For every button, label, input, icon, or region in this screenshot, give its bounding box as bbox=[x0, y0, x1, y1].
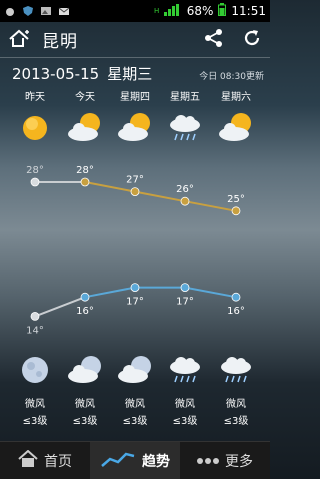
refresh-icon[interactable] bbox=[242, 28, 262, 52]
day-label: 星期六 bbox=[221, 92, 251, 103]
low-temp-line bbox=[84, 286, 237, 299]
trend-line-icon bbox=[100, 450, 136, 472]
high-temp-label: 27° bbox=[126, 175, 144, 186]
wind-info: 微风 ≤3级 bbox=[113, 396, 157, 430]
current-weekday: 星期三 bbox=[107, 65, 153, 83]
share-icon[interactable] bbox=[204, 28, 224, 52]
low-temp-point bbox=[80, 292, 90, 302]
app-notification-icon bbox=[4, 5, 16, 17]
wind-direction: 微风 bbox=[175, 399, 195, 410]
cloudy-sun-icon bbox=[115, 110, 155, 146]
low-temp-label: 17° bbox=[126, 297, 144, 308]
date-row: 2013-05-15 星期三 今日 08:30更新 bbox=[12, 63, 264, 85]
wind-level: ≤3级 bbox=[172, 416, 198, 427]
wind-info: 微风 ≤3级 bbox=[214, 396, 258, 430]
day-label: 星期五 bbox=[170, 92, 200, 103]
day-label: 昨天 bbox=[25, 92, 45, 103]
wind-direction: 微风 bbox=[125, 399, 145, 410]
more-dots-icon bbox=[197, 453, 219, 469]
nav-home[interactable]: 首页 bbox=[0, 442, 90, 479]
rain-icon bbox=[165, 352, 205, 388]
image-icon bbox=[40, 5, 52, 17]
nav-trend[interactable]: 趋势 bbox=[90, 442, 180, 479]
high-temp-label: 28° bbox=[26, 165, 44, 176]
low-temp-point bbox=[180, 283, 190, 293]
wind-row: 微风 ≤3级 微风 ≤3级 微风 ≤3级 微风 ≤3级 微风 ≤3级 bbox=[0, 396, 270, 430]
low-temp-label: 17° bbox=[176, 297, 194, 308]
high-temp-label: 28° bbox=[76, 165, 94, 176]
night-weather-icons bbox=[0, 352, 270, 392]
high-temp-line bbox=[84, 181, 237, 212]
svg-text:H: H bbox=[154, 7, 159, 15]
update-time: 今日 08:30更新 bbox=[199, 72, 264, 82]
mail-icon bbox=[58, 5, 70, 17]
day-label: 今天 bbox=[75, 92, 95, 103]
city-name[interactable]: 昆明 bbox=[42, 27, 78, 52]
high-temp-label: 26° bbox=[176, 184, 194, 195]
low-temp-point bbox=[30, 311, 40, 321]
day-weather-icons bbox=[0, 110, 270, 146]
low-temp-label: 16° bbox=[227, 306, 245, 317]
sunny-icon bbox=[15, 110, 55, 146]
low-temp-label: 16° bbox=[76, 306, 94, 317]
high-temp-point bbox=[30, 177, 40, 187]
cloudy-sun-icon bbox=[65, 110, 105, 146]
battery-level: 68% bbox=[186, 4, 214, 18]
wind-level: ≤3级 bbox=[122, 416, 148, 427]
signal-icon: H bbox=[154, 3, 182, 19]
current-date: 2013-05-15 bbox=[12, 65, 100, 83]
nav-home-label: 首页 bbox=[44, 453, 72, 470]
clear-night-icon bbox=[15, 352, 55, 388]
nav-more[interactable]: 更多 bbox=[180, 442, 270, 479]
wind-level: ≤3级 bbox=[22, 416, 48, 427]
low-temp-label: 14° bbox=[26, 325, 44, 336]
low-temp-point bbox=[130, 283, 140, 293]
low-temp-point bbox=[231, 292, 241, 302]
battery-icon bbox=[218, 3, 227, 19]
cloudy-night-icon bbox=[115, 352, 155, 388]
wind-direction: 微风 bbox=[226, 399, 246, 410]
high-temp-point bbox=[130, 187, 140, 196]
wind-info: 微风 ≤3级 bbox=[63, 396, 107, 430]
wind-direction: 微风 bbox=[25, 399, 45, 410]
rain-icon bbox=[216, 352, 256, 388]
high-temp-point bbox=[180, 196, 190, 206]
day-labels: 昨天 今天 星期四 星期五 星期六 bbox=[0, 88, 270, 103]
nav-more-label: 更多 bbox=[225, 453, 253, 470]
bottom-nav: 首页 趋势 更多 bbox=[0, 441, 270, 479]
nav-trend-label: 趋势 bbox=[142, 453, 170, 470]
title-bar: 昆明 bbox=[0, 22, 270, 58]
high-temp-point bbox=[231, 206, 241, 216]
wind-direction: 微风 bbox=[75, 399, 95, 410]
wind-level: ≤3级 bbox=[223, 416, 249, 427]
temperature-chart: 28° 28° 27° 26° 25° 14° 16° 17° 17° 16° bbox=[26, 165, 245, 336]
day-label: 星期四 bbox=[120, 92, 150, 103]
clock: 11:51 bbox=[231, 4, 266, 18]
wind-info: 微风 ≤3级 bbox=[13, 396, 57, 430]
cloudy-night-icon bbox=[65, 352, 105, 388]
high-temp-point bbox=[80, 177, 90, 187]
home-icon bbox=[18, 449, 38, 472]
wind-info: 微风 ≤3级 bbox=[163, 396, 207, 430]
cloudy-sun-icon bbox=[216, 110, 256, 146]
status-bar: H 68% 11:51 bbox=[0, 0, 270, 22]
wind-level: ≤3级 bbox=[72, 416, 98, 427]
rain-icon bbox=[165, 110, 205, 146]
home-plus-icon[interactable] bbox=[8, 28, 30, 52]
high-temp-label: 25° bbox=[227, 194, 245, 205]
shield-icon bbox=[22, 5, 34, 17]
